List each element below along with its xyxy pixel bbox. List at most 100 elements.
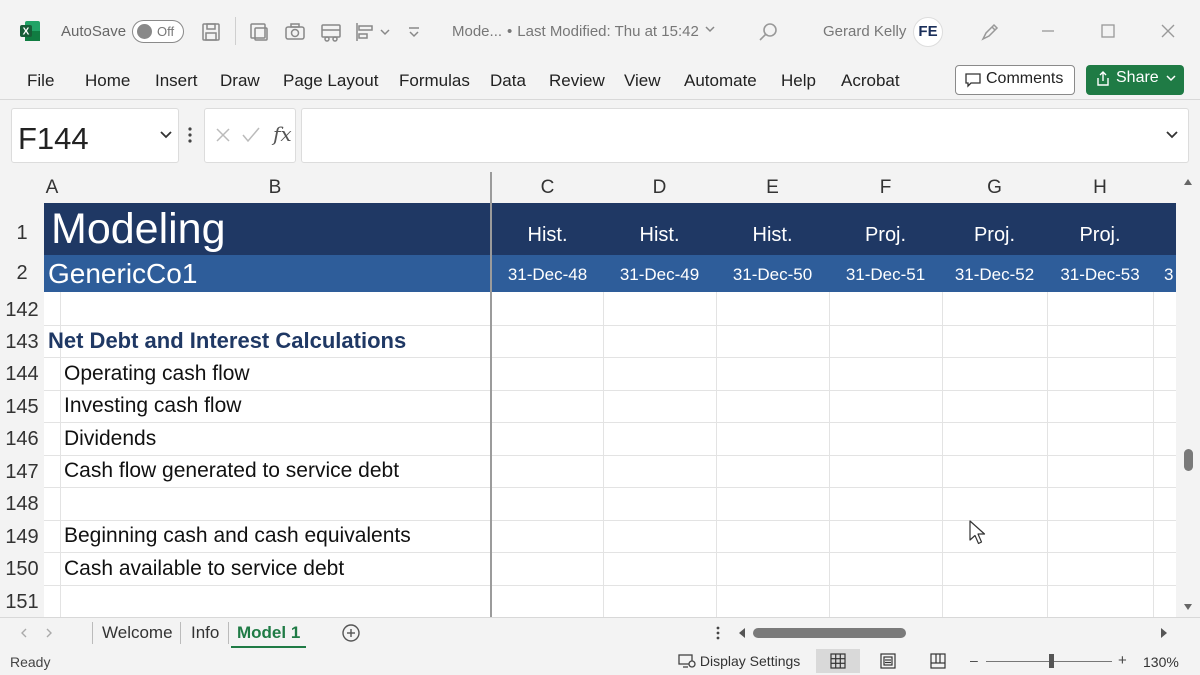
column-header-e[interactable]: E — [716, 172, 829, 203]
cancel-icon[interactable] — [214, 126, 232, 144]
period-date-e[interactable]: 31-Dec-50 — [716, 255, 829, 292]
period-date-d[interactable]: 31-Dec-49 — [603, 255, 716, 292]
row-header-1[interactable]: 1 — [0, 203, 44, 255]
page-break-view-button[interactable] — [916, 649, 960, 673]
tab-formulas[interactable]: Formulas — [399, 71, 470, 91]
enter-check-icon[interactable] — [241, 126, 261, 144]
row-label-investing-cash-flow[interactable]: Investing cash flow — [64, 394, 241, 418]
row-header[interactable]: 147 — [0, 455, 44, 487]
tab-automate[interactable]: Automate — [684, 71, 757, 91]
chevron-down-icon[interactable] — [378, 20, 392, 44]
row-label-beginning-cash[interactable]: Beginning cash and cash equivalents — [64, 524, 411, 548]
row-header[interactable]: 151 — [0, 585, 44, 617]
column-header-a[interactable]: A — [44, 172, 60, 203]
scroll-right-icon[interactable] — [1159, 627, 1169, 639]
more-options-icon[interactable] — [715, 625, 721, 641]
tab-draw[interactable]: Draw — [220, 71, 260, 91]
scroll-down-icon[interactable] — [1183, 603, 1193, 611]
zoom-in-button[interactable]: + — [1118, 652, 1127, 669]
period-type-h[interactable]: Proj. — [1047, 203, 1153, 255]
column-header-h[interactable]: H — [1047, 172, 1153, 203]
page-layout-view-button[interactable] — [866, 649, 910, 673]
row-header[interactable]: 142 — [0, 292, 44, 325]
period-type-f[interactable]: Proj. — [829, 203, 942, 255]
row-header[interactable]: 146 — [0, 422, 44, 455]
save-as-icon[interactable] — [247, 20, 271, 44]
tab-review[interactable]: Review — [549, 71, 605, 91]
next-sheet-icon[interactable] — [45, 628, 53, 638]
tab-page-layout[interactable]: Page Layout — [283, 71, 378, 91]
horizontal-scroll-thumb[interactable] — [753, 628, 906, 638]
zoom-slider-knob[interactable] — [1049, 654, 1055, 668]
row-header-2[interactable]: 2 — [0, 255, 44, 292]
close-icon[interactable] — [1155, 18, 1181, 44]
tab-help[interactable]: Help — [781, 71, 816, 91]
tab-insert[interactable]: Insert — [155, 71, 198, 91]
period-type-g[interactable]: Proj. — [942, 203, 1047, 255]
row-header[interactable]: 144 — [0, 357, 44, 390]
pen-icon[interactable] — [978, 20, 1002, 44]
save-icon[interactable] — [199, 20, 223, 44]
chevron-down-icon[interactable] — [159, 129, 173, 141]
tab-acrobat[interactable]: Acrobat — [841, 71, 900, 91]
row-label-cash-available[interactable]: Cash available to service debt — [64, 557, 344, 581]
share-button[interactable]: Share — [1086, 65, 1184, 95]
section-heading[interactable]: Net Debt and Interest Calculations — [48, 328, 406, 354]
name-box[interactable]: F144 — [11, 108, 179, 163]
period-type-e[interactable]: Hist. — [716, 203, 829, 255]
period-date-overflow[interactable]: 3 — [1164, 255, 1176, 292]
row-header[interactable]: 143 — [0, 325, 44, 357]
expand-formula-bar-icon[interactable] — [1165, 129, 1179, 141]
column-header-d[interactable]: D — [603, 172, 716, 203]
document-title[interactable]: Mode... • Last Modified: Thu at 15:42 — [452, 23, 717, 40]
company-name[interactable]: GenericCo1 — [48, 255, 197, 292]
prev-sheet-icon[interactable] — [20, 628, 28, 638]
spreadsheet-grid[interactable]: A B C D E F G H Modeling GenericCo1 Hist… — [0, 172, 1176, 617]
user-name[interactable]: Gerard Kelly — [823, 23, 906, 40]
row-label-cash-flow-service-debt[interactable]: Cash flow generated to service debt — [64, 459, 399, 483]
period-date-h[interactable]: 31-Dec-53 — [1047, 255, 1153, 292]
period-date-g[interactable]: 31-Dec-52 — [942, 255, 1047, 292]
camera-icon[interactable] — [283, 20, 307, 44]
column-header-b[interactable]: B — [60, 172, 490, 203]
customize-toolbar-icon[interactable] — [405, 20, 423, 44]
tab-file[interactable]: File — [27, 71, 54, 91]
search-icon[interactable] — [756, 20, 780, 44]
minimize-icon[interactable] — [1035, 18, 1061, 44]
sheet-tab-info[interactable]: Info — [191, 623, 219, 643]
more-options-icon[interactable] — [187, 126, 193, 144]
column-header-c[interactable]: C — [492, 172, 603, 203]
row-header[interactable]: 145 — [0, 390, 44, 422]
column-header-g[interactable]: G — [942, 172, 1047, 203]
period-type-d[interactable]: Hist. — [603, 203, 716, 255]
sheet-tab-welcome[interactable]: Welcome — [102, 623, 173, 643]
vertical-scrollbar[interactable] — [1176, 172, 1200, 617]
scroll-up-icon[interactable] — [1183, 178, 1193, 186]
period-type-c[interactable]: Hist. — [492, 203, 603, 255]
autosave-toggle[interactable]: Off — [132, 20, 184, 43]
scroll-left-icon[interactable] — [737, 627, 747, 639]
tab-data[interactable]: Data — [490, 71, 526, 91]
zoom-level[interactable]: 130% — [1143, 654, 1179, 670]
period-date-f[interactable]: 31-Dec-51 — [829, 255, 942, 292]
vertical-scroll-thumb[interactable] — [1184, 449, 1193, 471]
row-label-operating-cash-flow[interactable]: Operating cash flow — [64, 362, 250, 386]
zoom-out-button[interactable]: – — [970, 652, 978, 668]
period-date-c[interactable]: 31-Dec-48 — [492, 255, 603, 292]
maximize-icon[interactable] — [1095, 18, 1121, 44]
row-header[interactable]: 150 — [0, 552, 44, 585]
avatar[interactable]: FE — [913, 17, 943, 47]
sheet-tab-model-1[interactable]: Model 1 — [230, 623, 307, 649]
formula-input[interactable] — [301, 108, 1189, 163]
row-header[interactable]: 148 — [0, 487, 44, 520]
align-icon[interactable] — [353, 20, 377, 44]
row-label-dividends[interactable]: Dividends — [64, 427, 156, 451]
row-header[interactable]: 149 — [0, 520, 44, 552]
column-header-f[interactable]: F — [829, 172, 942, 203]
model-title[interactable]: Modeling — [51, 203, 226, 255]
print-preview-icon[interactable] — [319, 20, 343, 44]
tab-home[interactable]: Home — [85, 71, 130, 91]
tab-view[interactable]: View — [624, 71, 661, 91]
insert-function-icon[interactable]: fx — [273, 122, 292, 146]
normal-view-button[interactable] — [816, 649, 860, 673]
